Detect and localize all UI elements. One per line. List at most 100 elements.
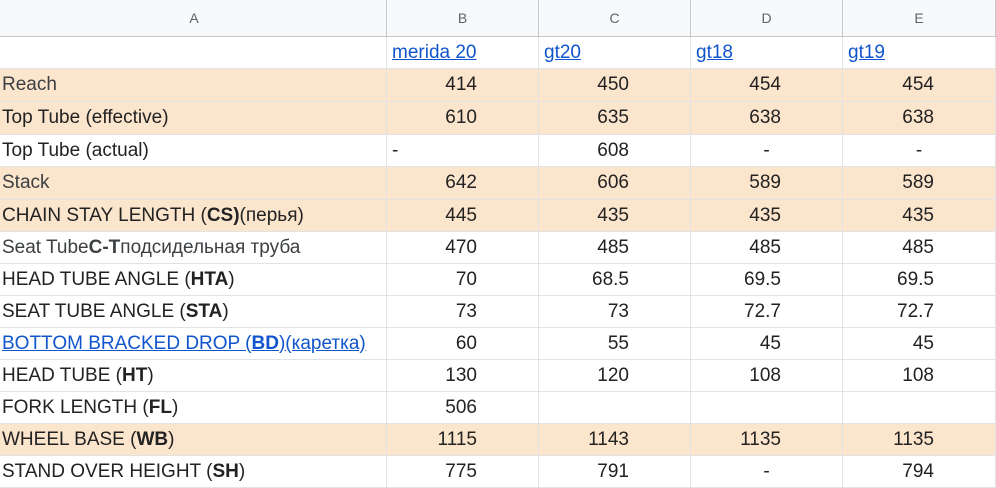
table-cell[interactable]: 485 (843, 232, 996, 264)
table-cell[interactable]: - (691, 135, 843, 167)
label-text: ) (228, 268, 235, 290)
table-cell[interactable]: 72.7 (843, 296, 996, 328)
table-cell[interactable]: 775 (387, 456, 539, 488)
label-abbr: C-T (88, 236, 121, 258)
table-cell[interactable]: 445 (387, 200, 539, 232)
table-cell[interactable]: 69.5 (691, 264, 843, 296)
label-abbr: BD (251, 332, 279, 354)
table-cell[interactable] (843, 392, 996, 424)
table-cell[interactable]: 485 (539, 232, 691, 264)
row-label[interactable]: HEAD TUBE ANGLE (HTA) (0, 264, 387, 296)
table-cell[interactable]: 506 (387, 392, 539, 424)
row-label[interactable]: Top Tube (actual) (0, 135, 387, 167)
table-cell[interactable]: 70 (387, 264, 539, 296)
table-cell[interactable]: 454 (843, 69, 996, 102)
table-cell[interactable]: 454 (691, 69, 843, 102)
label-text: WHEEL BASE ( (2, 428, 137, 450)
row-label[interactable]: FORK LENGTH (FL) (0, 392, 387, 424)
table-cell[interactable]: 1115 (387, 424, 539, 456)
table-cell[interactable]: - (691, 456, 843, 488)
table-row-fork-length: FORK LENGTH (FL) 506 (0, 392, 996, 424)
table-cell[interactable]: 73 (387, 296, 539, 328)
table-cell[interactable]: 72.7 (691, 296, 843, 328)
label-text: HEAD TUBE ANGLE ( (2, 268, 191, 290)
label-text: подсидельная труба (120, 236, 301, 258)
table-row-seat-tube-angle: SEAT TUBE ANGLE (STA) 73 73 72.7 72.7 (0, 296, 996, 328)
table-cell[interactable]: 130 (387, 360, 539, 392)
column-header-d[interactable]: D (691, 0, 843, 37)
table-cell[interactable]: 435 (691, 200, 843, 232)
table-cell[interactable]: 589 (843, 167, 996, 200)
table-cell[interactable]: 638 (691, 102, 843, 135)
column-header-a[interactable]: A (0, 0, 387, 37)
column-header-e[interactable]: E (843, 0, 996, 37)
table-cell[interactable]: 608 (539, 135, 691, 167)
row-label[interactable]: Stack (0, 167, 387, 200)
table-cell[interactable]: 69.5 (843, 264, 996, 296)
table-cell[interactable]: 435 (843, 200, 996, 232)
bike-link-gt20[interactable]: gt20 (539, 37, 691, 69)
table-cell[interactable]: 450 (539, 69, 691, 102)
table-cell[interactable]: 108 (691, 360, 843, 392)
table-cell[interactable]: 794 (843, 456, 996, 488)
row-label[interactable]: CHAIN STAY LENGTH (CS) (перья) (0, 200, 387, 232)
table-row-top-tube-effective: Top Tube (effective) 610 635 638 638 (0, 102, 996, 135)
table-cell[interactable]: 68.5 (539, 264, 691, 296)
column-header-row: A B C D E (0, 0, 996, 37)
label-abbr: WB (136, 428, 169, 450)
table-row-top-tube-actual: Top Tube (actual) - 608 - - (0, 135, 996, 167)
row-label[interactable]: SEAT TUBE ANGLE (STA) (0, 296, 387, 328)
spreadsheet-grid: A B C D E merida 20 gt20 gt18 gt19 Reach… (0, 0, 996, 488)
row-label[interactable]: Top Tube (effective) (0, 102, 387, 135)
table-cell[interactable]: 60 (387, 328, 539, 360)
bike-link-gt19[interactable]: gt19 (843, 37, 996, 69)
column-header-c[interactable]: C (539, 0, 691, 37)
table-row-head-tube: HEAD TUBE (HT) 130 120 108 108 (0, 360, 996, 392)
row-label[interactable]: HEAD TUBE (HT) (0, 360, 387, 392)
table-cell[interactable]: 470 (387, 232, 539, 264)
label-text: Seat Tube (2, 236, 89, 258)
table-cell[interactable]: 1135 (843, 424, 996, 456)
table-cell[interactable]: 1135 (691, 424, 843, 456)
table-cell[interactable]: - (843, 135, 996, 167)
label-text: CHAIN STAY LENGTH ( (2, 204, 207, 226)
table-cell[interactable]: 642 (387, 167, 539, 200)
table-cell[interactable]: - (387, 135, 539, 167)
table-cell[interactable]: 73 (539, 296, 691, 328)
table-row-stand-over-height: STAND OVER HEIGHT (SH) 775 791 - 794 (0, 456, 996, 488)
table-cell[interactable] (539, 392, 691, 424)
table-cell[interactable]: 120 (539, 360, 691, 392)
row-label[interactable]: WHEEL BASE (WB) (0, 424, 387, 456)
table-cell[interactable]: 414 (387, 69, 539, 102)
bike-name-row: merida 20 gt20 gt18 gt19 (0, 37, 996, 69)
label-text: ) (171, 396, 179, 418)
table-cell[interactable]: 435 (539, 200, 691, 232)
row-label[interactable]: Reach (0, 69, 387, 102)
table-row-bottom-bracket-drop: BOTTOM BRACKED DROP (BD)(каретка) 60 55 … (0, 328, 996, 360)
table-cell[interactable] (691, 392, 843, 424)
table-cell[interactable]: 485 (691, 232, 843, 264)
row-label[interactable]: STAND OVER HEIGHT (SH) (0, 456, 387, 488)
table-cell[interactable]: 791 (539, 456, 691, 488)
table-cell[interactable]: 589 (691, 167, 843, 200)
row-label[interactable]: Seat Tube C-T подсидельная труба (0, 232, 387, 264)
table-cell[interactable]: 45 (691, 328, 843, 360)
bottom-bracket-link[interactable]: BOTTOM BRACKED DROP (BD)(каретка) (0, 328, 387, 360)
table-cell[interactable]: 606 (539, 167, 691, 200)
bike-link-merida-20[interactable]: merida 20 (387, 37, 539, 69)
table-cell[interactable]: 45 (843, 328, 996, 360)
table-row-seat-tube: Seat Tube C-T подсидельная труба 470 485… (0, 232, 996, 264)
table-cell[interactable]: 610 (387, 102, 539, 135)
table-cell[interactable]: 635 (539, 102, 691, 135)
cell[interactable] (0, 37, 387, 69)
bike-link-gt18[interactable]: gt18 (691, 37, 843, 69)
table-cell[interactable]: 1143 (539, 424, 691, 456)
label-abbr: STA (185, 300, 223, 322)
table-cell[interactable]: 55 (539, 328, 691, 360)
table-row-wheel-base: WHEEL BASE (WB) 1115 1143 1135 1135 (0, 424, 996, 456)
table-row-reach: Reach 414 450 454 454 (0, 69, 996, 102)
label-abbr: FL (148, 396, 172, 418)
column-header-b[interactable]: B (387, 0, 539, 37)
table-cell[interactable]: 638 (843, 102, 996, 135)
table-cell[interactable]: 108 (843, 360, 996, 392)
